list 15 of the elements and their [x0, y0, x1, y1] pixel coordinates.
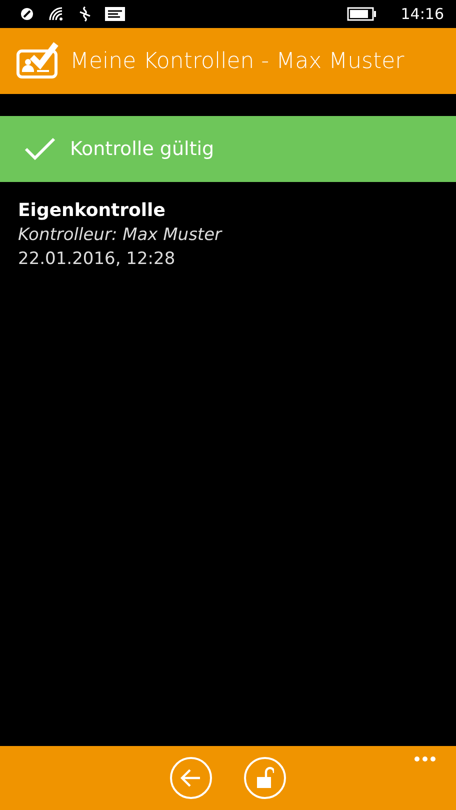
- page-title: Meine Kontrollen - Max Muster: [70, 48, 404, 74]
- more-icon[interactable]: [414, 756, 436, 762]
- inspector-text: Kontrolleur: Max Muster: [18, 225, 224, 245]
- result-label: Kontrolle gültig: [70, 138, 214, 160]
- back-button[interactable]: [170, 757, 212, 799]
- back-arrow-icon: [180, 768, 202, 788]
- clock: 14:16: [400, 5, 444, 23]
- checkmark-icon: [24, 137, 56, 161]
- timestamp: 22.01.2016, 12:28: [18, 249, 176, 269]
- entry-title: Eigenkontrolle: [18, 200, 166, 221]
- message-icon: [104, 6, 126, 22]
- id-card-check-icon: [16, 41, 60, 81]
- unlock-icon: [256, 766, 274, 790]
- unlock-button[interactable]: [244, 757, 286, 799]
- battery-icon: [346, 7, 377, 21]
